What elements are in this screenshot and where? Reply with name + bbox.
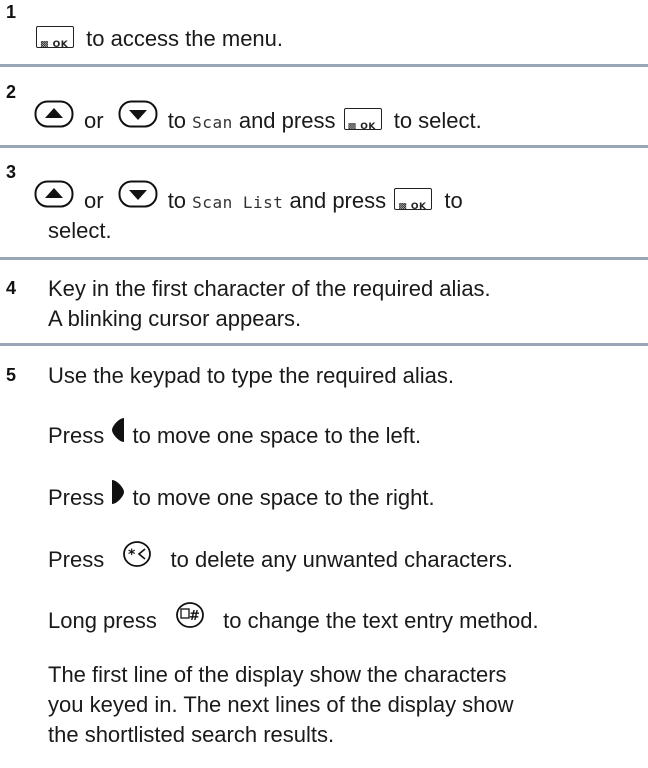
up-arrow-key-icon xyxy=(34,180,74,216)
menu-ok-key-icon: ▩ OK xyxy=(36,26,74,50)
hash-key-icon: # xyxy=(175,601,205,637)
step-3-text: or to Scan List and press ▩ OK to xyxy=(34,180,463,220)
up-arrow-key-icon xyxy=(34,100,74,136)
menu-ok-key-icon: ▩ OK xyxy=(394,188,433,212)
svg-text:#: # xyxy=(189,609,200,624)
svg-text:*: * xyxy=(128,547,136,563)
step-3-continuation: select. xyxy=(48,218,112,243)
left-arrow-icon xyxy=(110,417,126,451)
step-2-text: or to Scan and press ▩ OK to select. xyxy=(34,100,482,140)
press-right-instruction: Press to move one space to the right. xyxy=(48,479,435,516)
step-number: 5 xyxy=(6,365,17,385)
divider xyxy=(0,64,648,67)
step-number: 3 xyxy=(6,162,17,182)
press-delete-instruction: Press * to delete any unwanted character… xyxy=(48,540,513,579)
step-1-text: ▩ OK to access the menu. xyxy=(34,24,283,54)
menu-ok-key-icon: ▩ OK xyxy=(343,108,382,132)
divider xyxy=(0,145,648,148)
menu-item-label: Scan List xyxy=(192,192,284,212)
step-5-line-1: Use the keypad to type the required alia… xyxy=(48,363,455,388)
footer-line-3: the shortlisted search results. xyxy=(48,722,335,747)
step-4-line-2: A blinking cursor appears. xyxy=(48,306,302,331)
step-number: 2 xyxy=(6,82,17,102)
step-number: 1 xyxy=(6,2,17,22)
press-left-instruction: Press to move one space to the left. xyxy=(48,417,421,454)
step-number: 4 xyxy=(6,278,17,298)
right-arrow-icon xyxy=(110,479,126,513)
down-arrow-key-icon xyxy=(118,180,158,216)
long-press-instruction: Long press # to change the text entry me… xyxy=(48,601,539,640)
footer-line-1: The first line of the display show the c… xyxy=(48,662,507,687)
step-4-line-1: Key in the first character of the requir… xyxy=(48,276,491,301)
footer-line-2: you keyed in. The next lines of the disp… xyxy=(48,692,514,717)
menu-item-label: Scan xyxy=(192,112,233,132)
down-arrow-key-icon xyxy=(118,100,158,136)
divider xyxy=(0,343,648,346)
divider xyxy=(0,257,648,260)
star-delete-key-icon: * xyxy=(122,540,152,576)
